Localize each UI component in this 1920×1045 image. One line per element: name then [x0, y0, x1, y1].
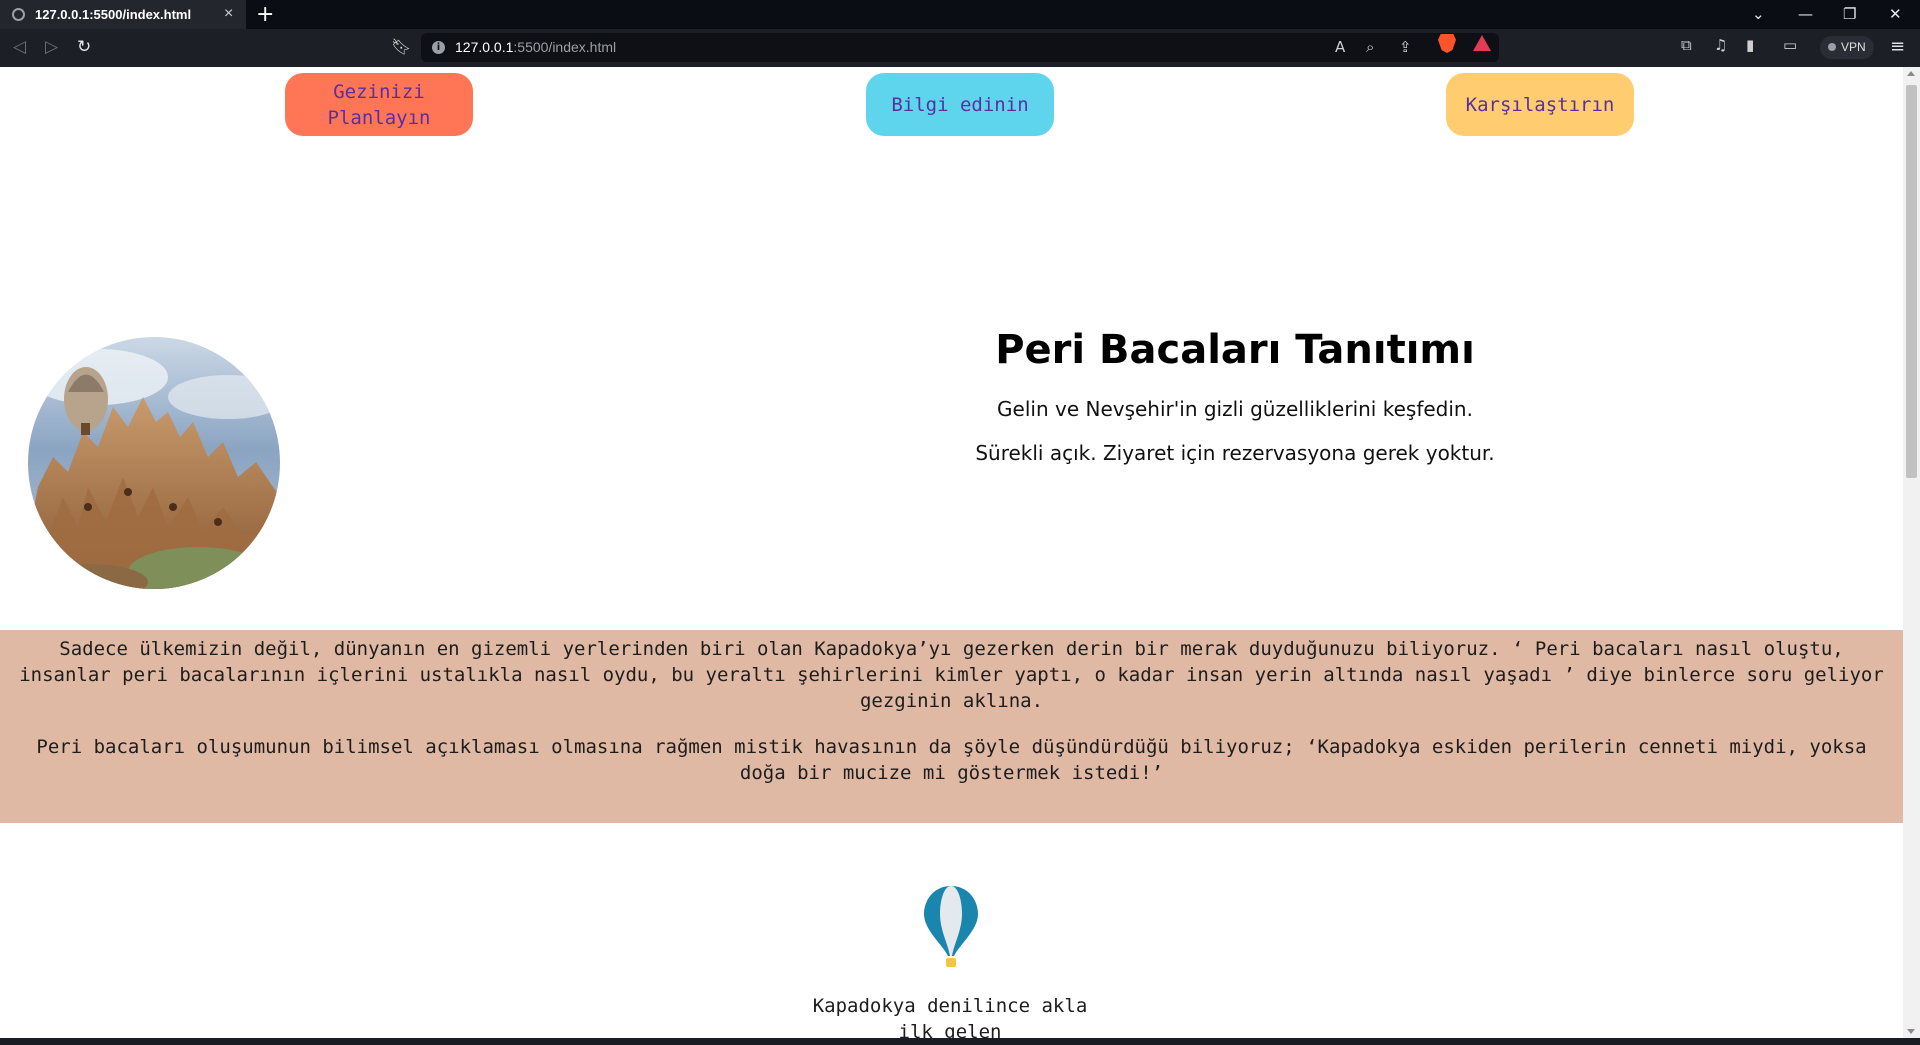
wallet-icon[interactable]: ▭	[1783, 36, 1797, 54]
hero-subtitle: Gelin ve Nevşehir'in gizli güzelliklerin…	[997, 397, 1473, 421]
scrollbar-thumb[interactable]	[1906, 85, 1917, 478]
minimize-button[interactable]: —	[1798, 5, 1813, 23]
mystic-paragraph: Peri bacaları oluşumunun bilimsel açıkla…	[36, 736, 1867, 784]
close-window-button[interactable]: ✕	[1889, 5, 1902, 23]
site-info-icon[interactable]: i	[432, 41, 445, 54]
scroll-down-icon[interactable]	[1907, 1029, 1915, 1034]
reload-icon[interactable]: ↻	[77, 37, 91, 57]
intro-paragraph: Sadece ülkemizin değil, dünyanın en gize…	[19, 638, 1884, 712]
restore-button[interactable]: ❐	[1843, 5, 1856, 23]
taskbar-strip	[0, 1038, 1920, 1045]
page-viewport: Gezinizi Planlayın Bilgi edinin Karşılaş…	[0, 67, 1903, 1038]
media-icon[interactable]: ♫	[1714, 36, 1727, 54]
extensions-icon[interactable]: ⧉	[1681, 36, 1692, 54]
bookmark-icon[interactable]: 🔖︎	[391, 37, 411, 56]
plan-trip-button[interactable]: Gezinizi Planlayın	[285, 73, 473, 136]
zoom-icon[interactable]: ⌕	[1366, 38, 1374, 56]
back-icon[interactable]: ◁	[13, 37, 26, 57]
globe-icon	[12, 8, 25, 21]
url-text[interactable]: 127.0.0.1:5500/index.html	[455, 39, 616, 55]
cappadocia-photo	[28, 337, 280, 589]
tab-close-icon[interactable]: ×	[224, 5, 233, 23]
sidebar-icon[interactable]: ▮	[1746, 36, 1754, 54]
section-teaser: Kapadokya denilince akla ilk gelen	[812, 995, 1088, 1038]
brave-rewards-icon[interactable]	[1473, 35, 1491, 51]
hero-opening-info: Sürekli açık. Ziyaret için rezervasyona …	[975, 441, 1495, 465]
forward-icon[interactable]: ▷	[45, 37, 58, 57]
browser-tab[interactable]: 127.0.0.1:5500/index.html ×	[0, 0, 246, 29]
tab-search-icon[interactable]: ⌄	[1752, 5, 1765, 23]
intro-section: Sadece ülkemizin değil, dünyanın en gize…	[0, 630, 1903, 823]
scroll-up-icon[interactable]	[1907, 71, 1915, 76]
browser-toolbar: ◁ ▷ ↻ 🔖︎ i 127.0.0.1:5500/index.html A ⌕…	[0, 29, 1920, 67]
get-info-button[interactable]: Bilgi edinin	[866, 73, 1054, 136]
vpn-button[interactable]: VPN	[1820, 36, 1874, 59]
address-bar[interactable]: i 127.0.0.1:5500/index.html A ⌕ ⇪	[421, 33, 1499, 62]
translate-icon[interactable]: A	[1335, 38, 1345, 56]
page-title: Peri Bacaları Tanıtımı	[995, 327, 1475, 373]
hot-air-balloon-icon	[924, 886, 978, 967]
new-tab-button[interactable]: +	[256, 2, 274, 27]
menu-icon[interactable]: ≡	[1890, 36, 1905, 57]
tab-title: 127.0.0.1:5500/index.html	[35, 7, 192, 22]
page-scrollbar[interactable]	[1903, 67, 1920, 1038]
browser-tab-bar: 127.0.0.1:5500/index.html × + ⌄ — ❐ ✕	[0, 0, 1920, 29]
compare-button[interactable]: Karşılaştırın	[1446, 73, 1634, 136]
share-icon[interactable]: ⇪	[1399, 38, 1412, 56]
